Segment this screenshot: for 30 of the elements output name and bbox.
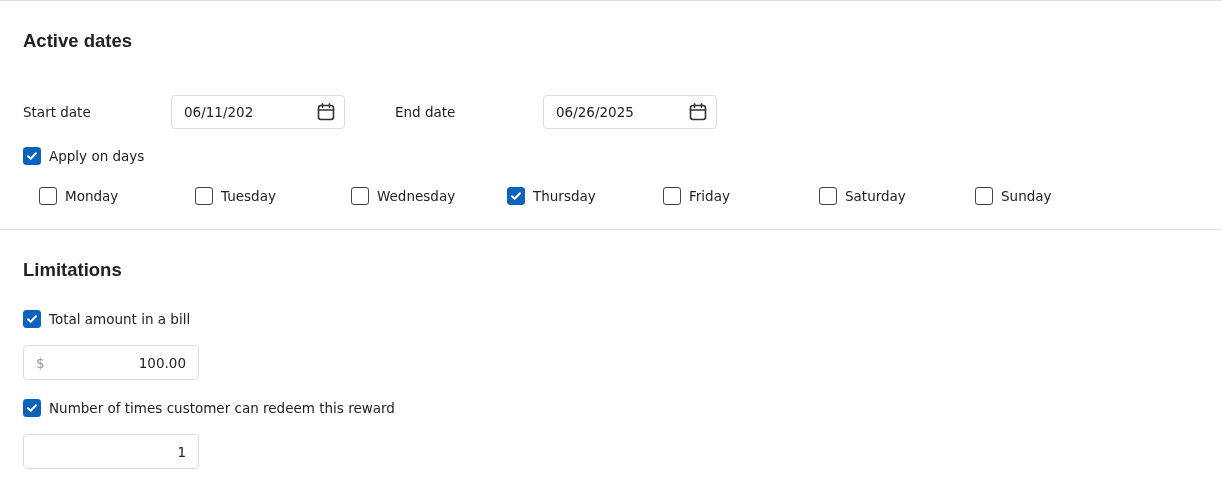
checkbox[interactable] bbox=[663, 187, 681, 205]
checkbox-label[interactable]: Number of times customer can redeem this reward bbox=[49, 400, 395, 416]
checkbox[interactable] bbox=[819, 187, 837, 205]
date-field[interactable]: 06/11/202 bbox=[171, 95, 345, 129]
checkbox[interactable] bbox=[507, 187, 525, 205]
checkbox-label[interactable]: Apply on days bbox=[49, 148, 145, 164]
checkbox[interactable] bbox=[23, 310, 41, 328]
checkbox[interactable] bbox=[23, 399, 41, 417]
checkbox-label[interactable]: Thursday bbox=[533, 188, 596, 204]
checkbox-label[interactable]: Wednesday bbox=[377, 188, 456, 204]
checkbox[interactable] bbox=[195, 187, 213, 205]
checkbox-label[interactable]: Sunday bbox=[1001, 188, 1052, 204]
checkbox[interactable] bbox=[39, 187, 57, 205]
checkbox-label[interactable]: Total amount in a bill bbox=[49, 311, 191, 327]
field-label: End date bbox=[395, 104, 457, 120]
checkbox[interactable] bbox=[351, 187, 369, 205]
checkbox-label[interactable]: Saturday bbox=[845, 188, 906, 204]
checkbox-label[interactable]: Friday bbox=[689, 188, 730, 204]
checkbox-label[interactable]: Monday bbox=[65, 188, 119, 204]
checkbox[interactable] bbox=[23, 147, 41, 165]
calendar-icon[interactable] bbox=[316, 102, 336, 122]
date-field[interactable]: 06/26/2025 bbox=[543, 95, 717, 129]
checkbox[interactable] bbox=[975, 187, 993, 205]
field-label: Start date bbox=[23, 104, 92, 120]
number-field[interactable]: $ 100.00 bbox=[23, 345, 199, 380]
calendar-icon[interactable] bbox=[688, 102, 708, 122]
checkbox-label[interactable]: Tuesday bbox=[221, 188, 276, 204]
section-title: Active dates bbox=[23, 29, 133, 53]
section-title: Limitations bbox=[23, 258, 123, 282]
number-field[interactable]: 1 bbox=[23, 434, 199, 469]
